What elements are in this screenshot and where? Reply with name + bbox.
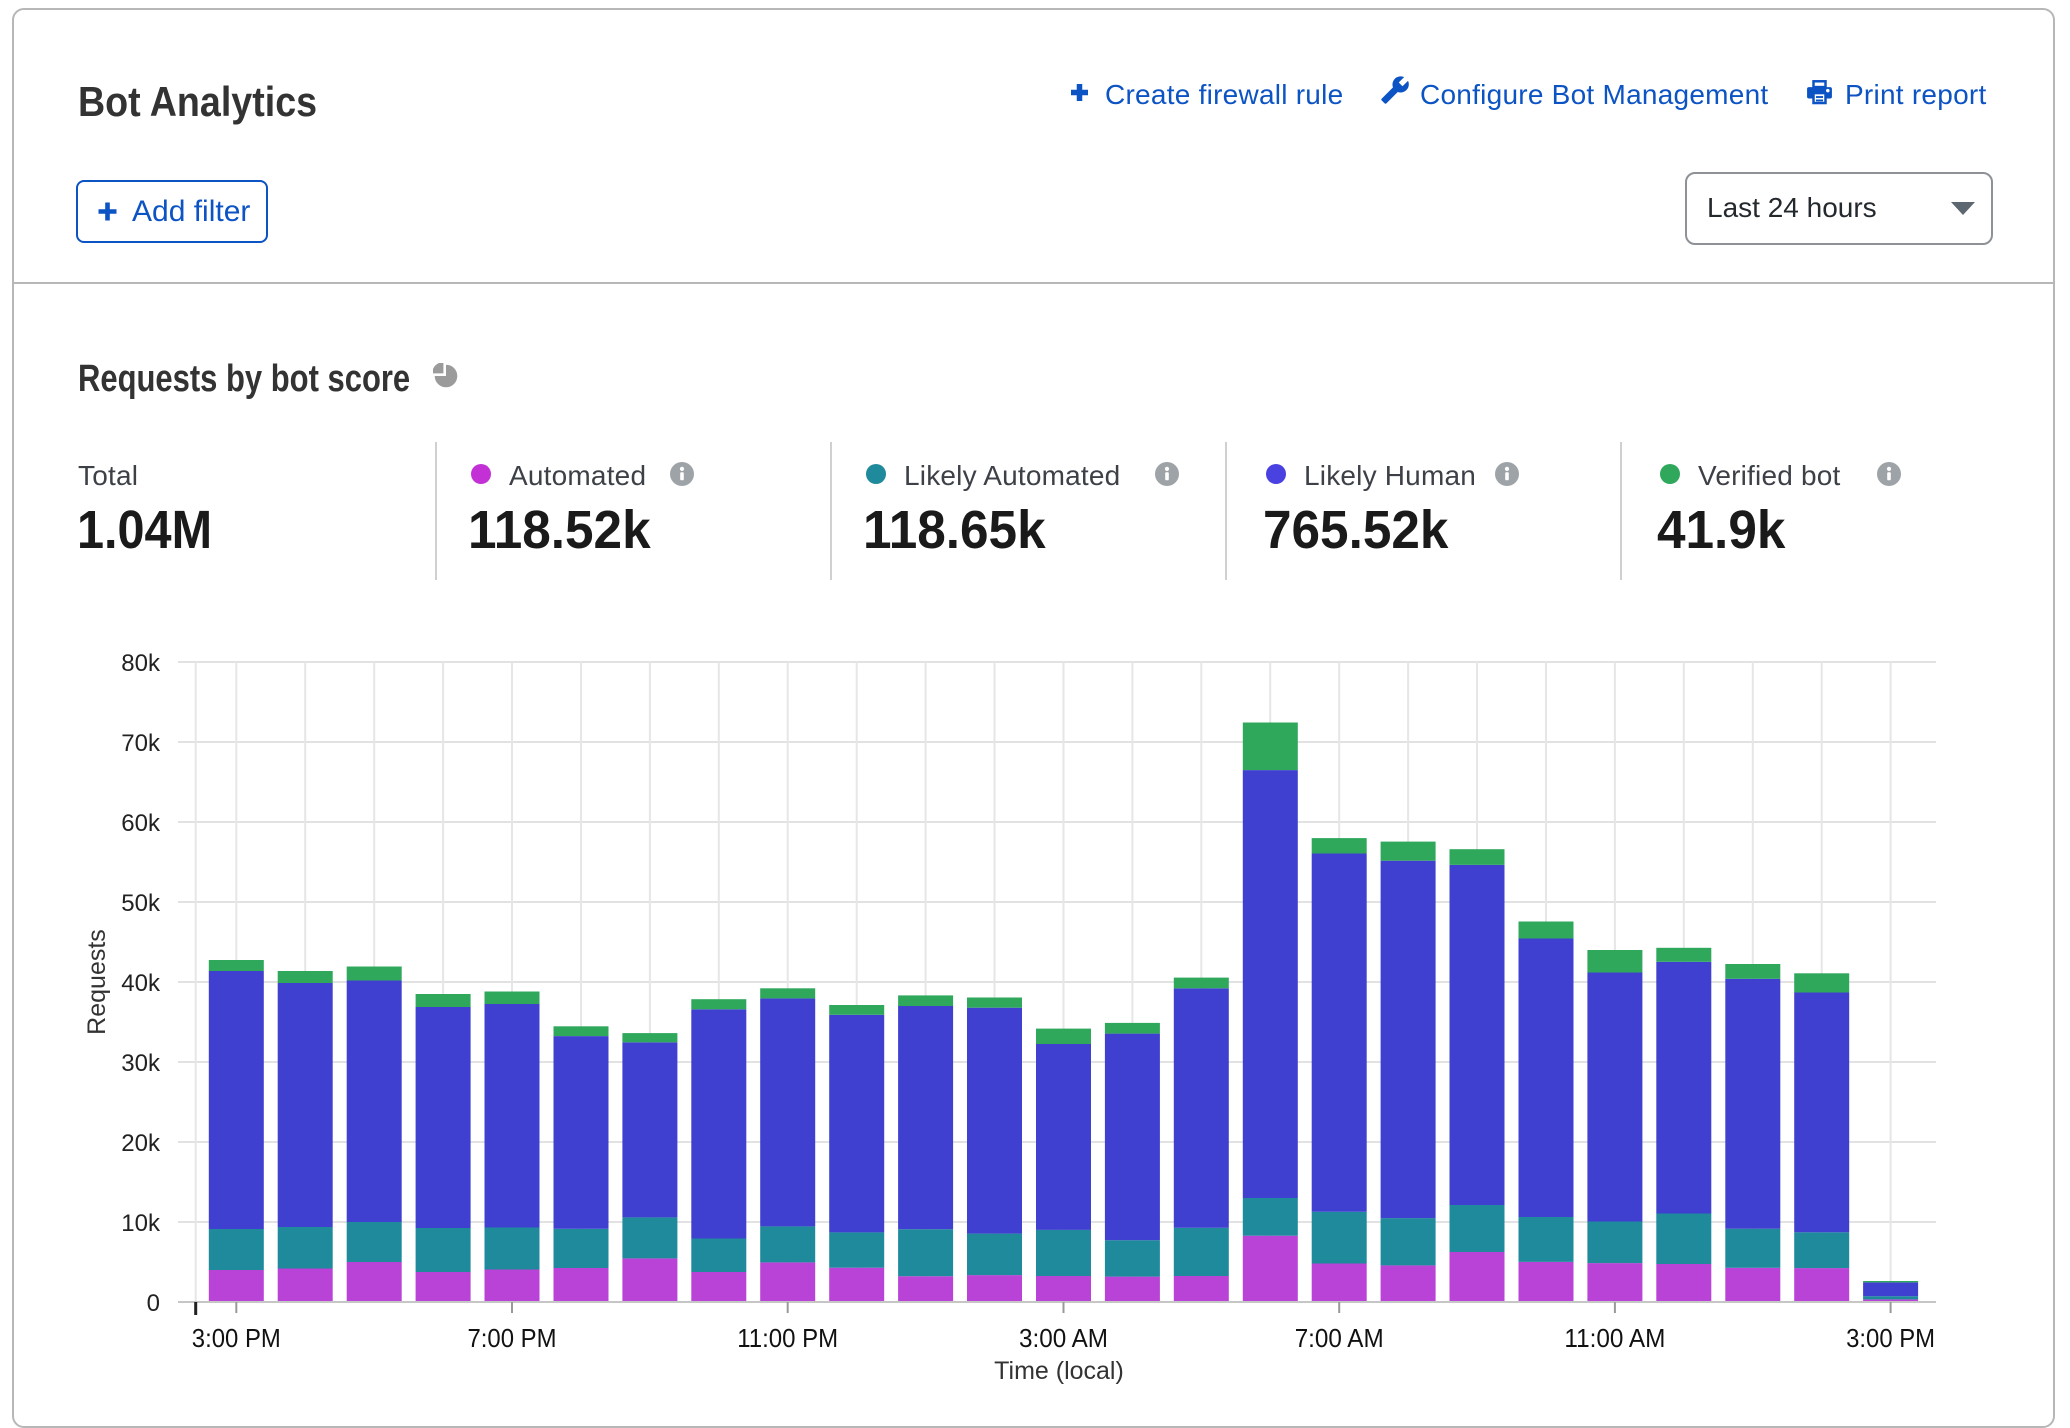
svg-text:3:00 PM: 3:00 PM [1846,1323,1935,1353]
svg-text:3:00 AM: 3:00 AM [1019,1323,1108,1353]
svg-text:50k: 50k [121,890,161,917]
svg-text:60k: 60k [121,810,161,837]
svg-text:11:00 AM: 11:00 AM [1564,1323,1665,1353]
svg-text:Requests: Requests [83,929,111,1035]
svg-text:40k: 40k [121,970,161,997]
svg-text:20k: 20k [121,1130,161,1157]
svg-text:3:00 PM: 3:00 PM [192,1323,281,1353]
svg-text:70k: 70k [121,730,161,757]
svg-text:0: 0 [147,1290,160,1317]
svg-text:7:00 AM: 7:00 AM [1295,1323,1384,1353]
svg-text:30k: 30k [121,1050,161,1077]
svg-text:Time (local): Time (local) [994,1357,1124,1385]
svg-text:80k: 80k [121,650,161,677]
svg-text:7:00 PM: 7:00 PM [468,1323,557,1353]
svg-text:10k: 10k [121,1210,161,1237]
svg-text:11:00 PM: 11:00 PM [737,1323,838,1353]
